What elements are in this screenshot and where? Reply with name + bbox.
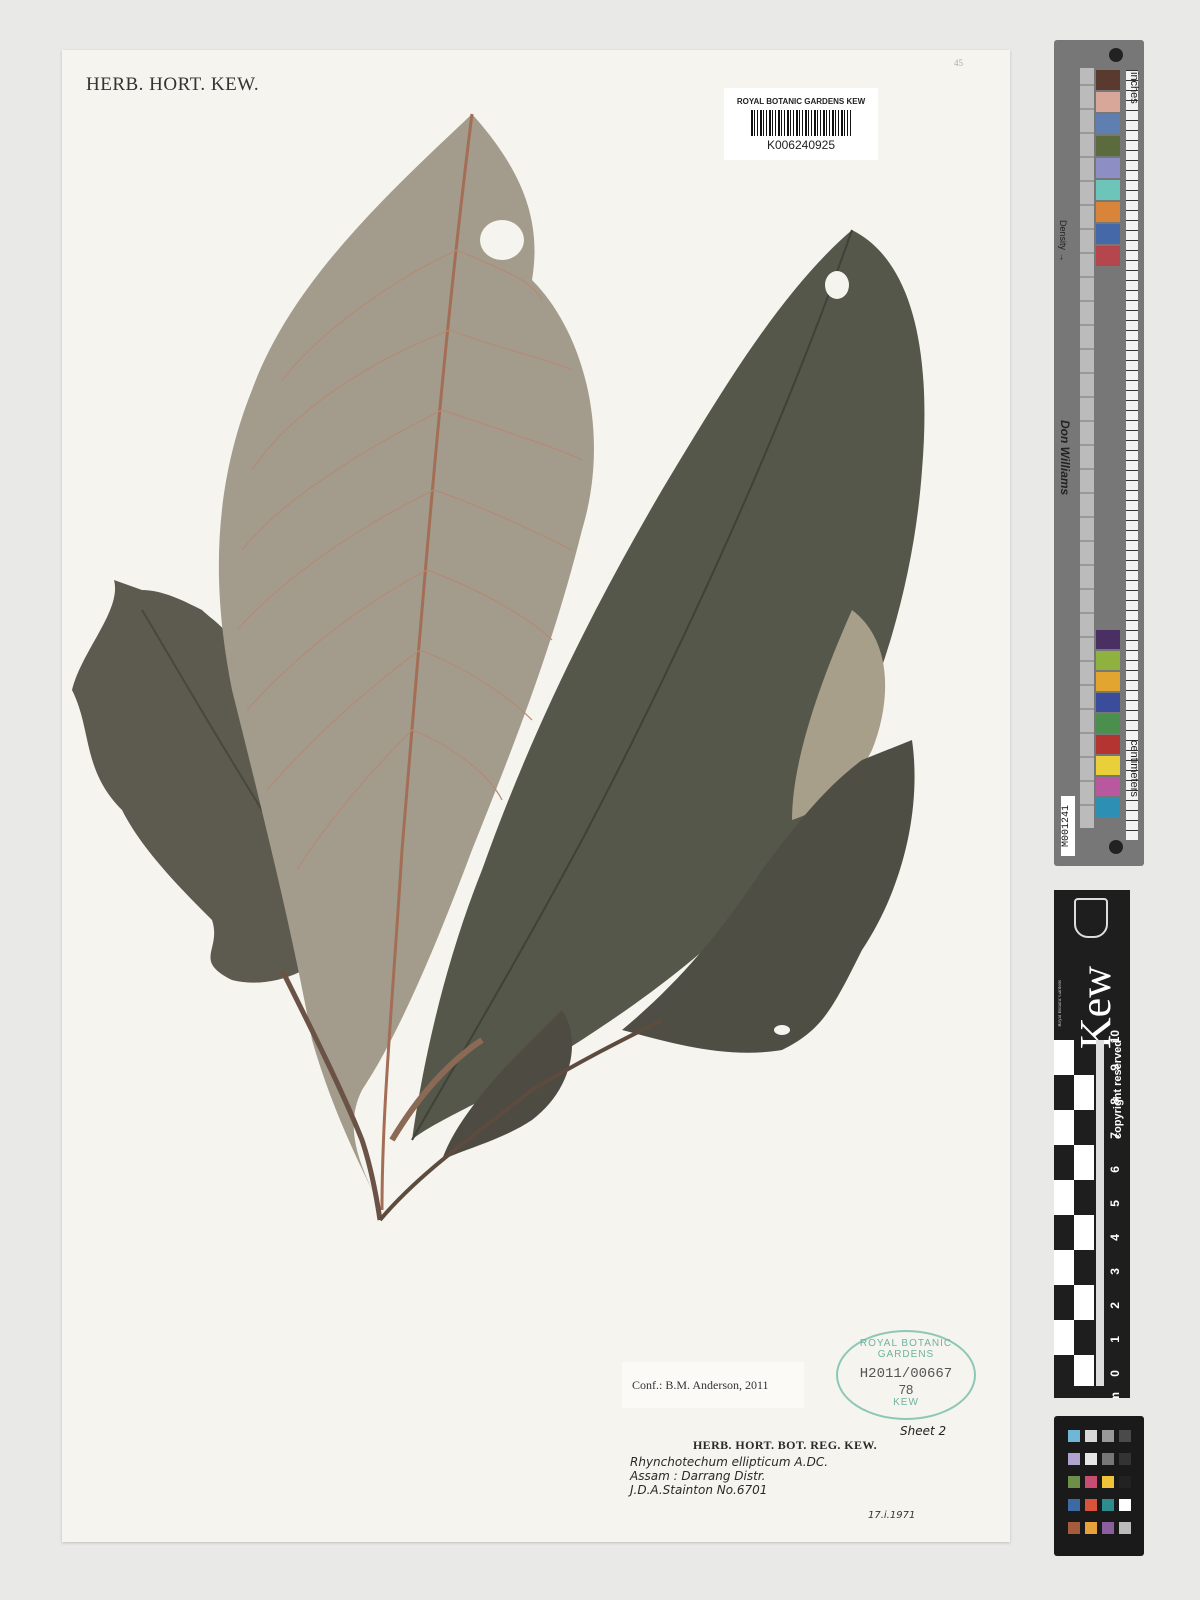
- ruler-number: 8: [1108, 1098, 1122, 1105]
- color-card-cell: [1085, 1476, 1097, 1488]
- color-patch: [1096, 114, 1120, 134]
- color-patch: [1096, 798, 1120, 817]
- label-date: 17.i.1971: [868, 1510, 916, 1521]
- stamp-subnumber: 78: [898, 1382, 914, 1397]
- ruler-number: 9: [1108, 1064, 1122, 1071]
- ruler-number: 4: [1108, 1234, 1122, 1241]
- color-card-cell: [1119, 1453, 1131, 1465]
- color-patch: [1096, 630, 1120, 649]
- ruler-number: 5: [1108, 1200, 1122, 1207]
- color-card-cell: [1085, 1522, 1097, 1534]
- scale-hole-top: [1109, 48, 1123, 62]
- color-patch: [1096, 756, 1120, 775]
- color-scale: inches Density → Don Williams centimeter…: [1054, 40, 1144, 866]
- color-card-cell: [1085, 1499, 1097, 1511]
- color-patch: [1096, 202, 1120, 222]
- color-patch: [1096, 246, 1120, 266]
- color-card-cell: [1068, 1499, 1080, 1511]
- color-card-cell: [1085, 1430, 1097, 1442]
- ruler-number: 2: [1108, 1302, 1122, 1309]
- color-card-cell: [1068, 1453, 1080, 1465]
- color-card-cell: [1102, 1522, 1114, 1534]
- color-card-cell: [1119, 1476, 1131, 1488]
- color-patch: [1096, 136, 1120, 156]
- color-patch: [1096, 651, 1120, 670]
- color-patch: [1096, 714, 1120, 733]
- color-card-cell: [1102, 1499, 1114, 1511]
- color-card-cell: [1119, 1522, 1131, 1534]
- color-card-cell: [1068, 1476, 1080, 1488]
- label-taxon: Rhynchotechum ellipticum A.DC.: [630, 1455, 829, 1469]
- color-card-cell: [1102, 1476, 1114, 1488]
- kew-ruler-marks: [1054, 1040, 1104, 1386]
- ruler-unit: cm: [1108, 1392, 1122, 1398]
- leaf-specimen: [72, 113, 925, 1222]
- scale-bottom-label: centimeters: [1128, 740, 1140, 797]
- color-card-cell: [1102, 1453, 1114, 1465]
- kew-ruler: Kew Royal Botanic Gardens copyright rese…: [1054, 890, 1130, 1398]
- scale-top-label: inches: [1128, 72, 1140, 104]
- label-collector: J.D.A.Stainton No.6701: [630, 1483, 768, 1497]
- label-header: HERB. HORT. BOT. REG. KEW.: [692, 1438, 878, 1452]
- scale-grey-column: [1080, 68, 1094, 828]
- scale-id-code: M001241: [1061, 796, 1075, 856]
- scale-ruler: [1126, 70, 1138, 840]
- ruler-number: 7: [1108, 1132, 1122, 1139]
- color-patch: [1096, 158, 1120, 178]
- stamp-arc-text: ROYAL BOTANIC GARDENS: [859, 1338, 953, 1360]
- stamp-accession: H2011/00667: [859, 1366, 953, 1382]
- ruler-number: 6: [1108, 1166, 1122, 1173]
- color-patch: [1096, 672, 1120, 691]
- color-patch: [1096, 92, 1120, 112]
- color-patch: [1096, 180, 1120, 200]
- ruler-number: 1: [1108, 1336, 1122, 1343]
- color-card-cell: [1119, 1430, 1131, 1442]
- color-card-cell: [1068, 1522, 1080, 1534]
- color-card-cell: [1085, 1453, 1097, 1465]
- scale-hole-bottom: [1109, 840, 1123, 854]
- kew-crest-icon: [1074, 898, 1108, 938]
- scale-density-label: Density →: [1058, 220, 1068, 262]
- ruler-number: 10: [1108, 1030, 1122, 1044]
- stamp-bottom-text: KEW: [893, 1397, 919, 1408]
- herbarium-sheet: HERB. HORT. KEW. 45 ROYAL BOTANIC GARDEN…: [62, 50, 1010, 1542]
- kew-subtitle: Royal Botanic Gardens: [1058, 980, 1063, 1027]
- label-locality: Assam : Darrang Distr.: [630, 1469, 766, 1483]
- confirmation-label: Conf.: B.M. Anderson, 2011: [622, 1362, 804, 1408]
- color-card: [1054, 1416, 1144, 1556]
- color-patch: [1096, 70, 1120, 90]
- ruler-number: 3: [1108, 1268, 1122, 1275]
- color-patch: [1096, 693, 1120, 712]
- color-card-cell: [1102, 1430, 1114, 1442]
- color-card-cell: [1119, 1499, 1131, 1511]
- color-patch: [1096, 735, 1120, 754]
- accession-stamp: ROYAL BOTANIC GARDENS H2011/00667 78 KEW: [836, 1330, 976, 1420]
- kew-ruler-numbers: 0 1 2 3 4 5 6 7 8 9 10 cm: [1104, 1030, 1130, 1398]
- ruler-number: 0: [1108, 1370, 1122, 1377]
- color-patch: [1096, 224, 1120, 244]
- color-patch: [1096, 777, 1120, 796]
- color-card-cell: [1068, 1430, 1080, 1442]
- scale-brand: Don Williams: [1058, 420, 1072, 496]
